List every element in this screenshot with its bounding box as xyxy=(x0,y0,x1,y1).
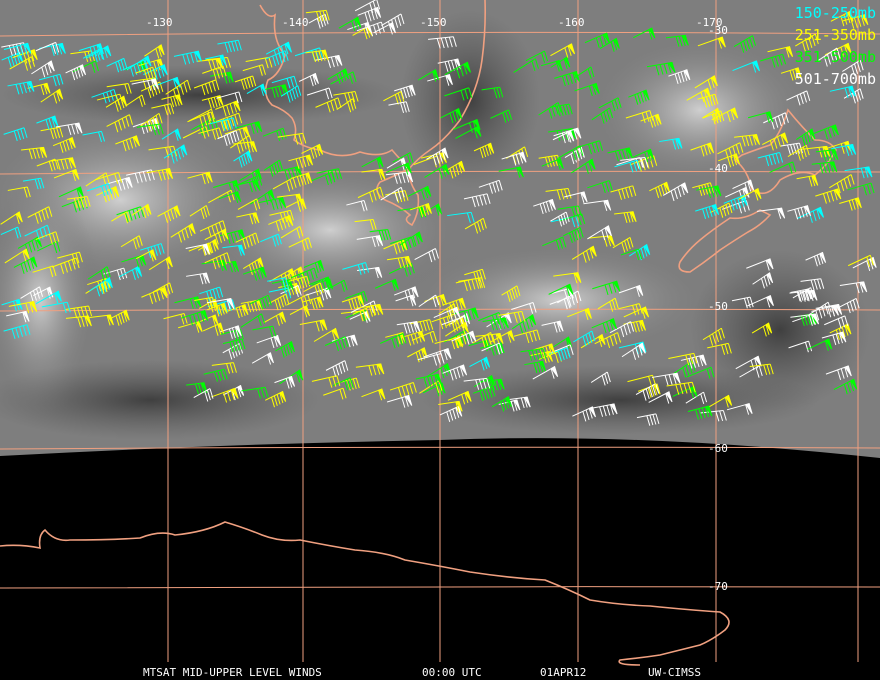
satellite-wind-map: -130 -140 -150 -160 -170 -30 -40 -50 -60… xyxy=(0,0,880,666)
legend-item: 351-500mb xyxy=(794,48,876,66)
caption-product: MTSAT MID-UPPER LEVEL WINDS xyxy=(143,666,322,679)
lon-label: -130 xyxy=(146,16,173,29)
lat-label: -30 xyxy=(708,24,728,37)
lat-label: -70 xyxy=(708,580,728,593)
lon-label: -150 xyxy=(420,16,447,29)
caption-bar: MTSAT MID-UPPER LEVEL WINDS 00:00 UTC 01… xyxy=(0,664,880,680)
lon-label: -160 xyxy=(558,16,585,29)
lon-label: -140 xyxy=(282,16,309,29)
caption-time: 00:00 UTC xyxy=(422,666,482,679)
caption-date: 01APR12 xyxy=(540,666,587,679)
legend-item: 501-700mb xyxy=(794,70,876,88)
coast-antarctica xyxy=(0,521,730,666)
legend-item: 251-350mb xyxy=(794,26,876,44)
caption-source: UW-CIMSS xyxy=(648,666,701,679)
lat-label: -40 xyxy=(708,162,728,175)
lat-label: -60 xyxy=(708,442,728,455)
lat-label: -50 xyxy=(708,300,728,313)
legend-item: 150-250mb xyxy=(794,4,876,22)
pressure-legend: 150-250mb 251-350mb 351-500mb 501-700mb xyxy=(795,2,876,90)
